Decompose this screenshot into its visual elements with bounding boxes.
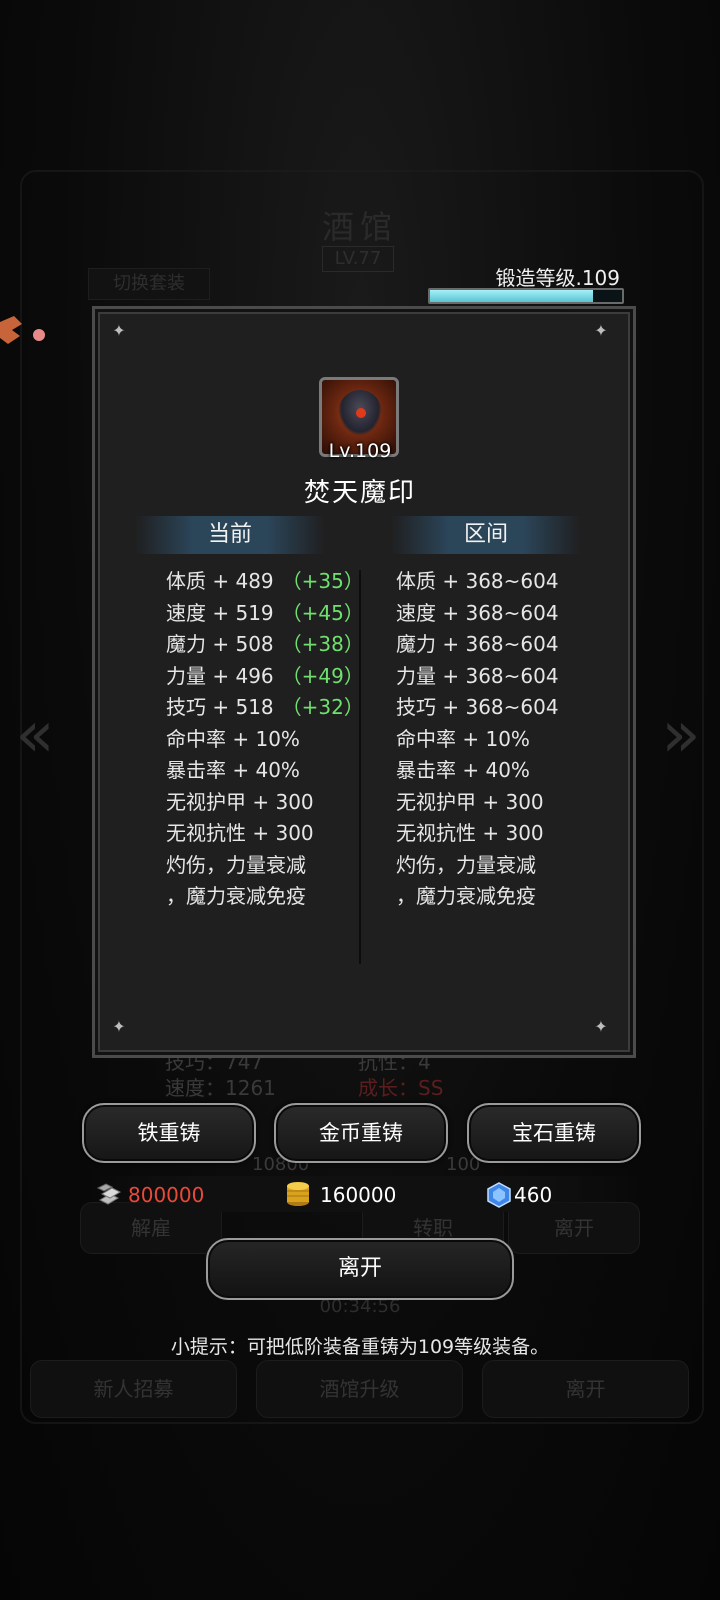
background-title: 酒馆 — [321, 208, 398, 246]
range-stat-row: 力量 + 368~604 — [396, 663, 559, 688]
next-arrow-icon: » — [661, 698, 701, 772]
tavern-upgrade-button: 酒馆升级 — [256, 1360, 463, 1418]
current-stat-bonus: （+45） — [281, 600, 364, 625]
range-stat-row: 暴击率 + 40% — [396, 758, 530, 782]
current-stat-text: 暴击率 + 40% — [166, 758, 300, 782]
iron-amount: 800000 — [128, 1183, 205, 1207]
range-column-header: 区间 — [391, 516, 581, 554]
tip-text: 小提示：可把低阶装备重铸为109等级装备。 — [170, 1336, 550, 1358]
forge-progress-bar — [428, 288, 624, 304]
current-stat-bonus: （+35） — [281, 569, 364, 593]
current-stat-row: 无视护甲 + 300 — [166, 787, 364, 819]
current-stat-text: 速度 + 519 — [166, 600, 274, 625]
gold-amount: 160000 — [320, 1183, 397, 1207]
current-stat-text: 力量 + 496 — [166, 663, 274, 688]
forge-progress-fill — [430, 290, 594, 302]
current-stat-row: ，魔力衰减免疫 — [166, 881, 364, 913]
current-stat-text: 无视护甲 + 300 — [166, 789, 314, 814]
corner-sparkle-icon: ✦ — [594, 321, 608, 340]
gem-reforge-button[interactable]: 宝石重铸 — [467, 1103, 641, 1163]
item-level: Lv.109 — [328, 440, 392, 462]
range-stat-row: 体质 + 368~604 — [396, 569, 559, 593]
current-stat-row: 无视抗性 + 300 — [166, 818, 364, 850]
forge-level-label: 锻造等级.109 — [495, 266, 620, 290]
current-stat-bonus: （+32） — [281, 695, 364, 719]
blue-gem-icon — [487, 1182, 511, 1208]
range-stat-row: 无视抗性 + 300 — [396, 821, 544, 845]
column-divider — [359, 570, 361, 964]
gold-coins-icon — [287, 1182, 309, 1206]
background-stat: 速度：1261 — [165, 1076, 276, 1100]
corner-sparkle-icon: ✦ — [112, 321, 126, 340]
range-stat-row: 魔力 + 368~604 — [396, 632, 559, 656]
current-stat-text: 无视抗性 + 300 — [166, 821, 314, 845]
current-stat-row: 灼伤，力量衰减 — [166, 850, 364, 882]
new-recruit-button: 新人招募 — [30, 1360, 237, 1418]
current-column-header: 当前 — [135, 516, 325, 554]
background-bottom-leave-button: 离开 — [482, 1360, 689, 1418]
switch-set-button: 切换套装 — [88, 268, 210, 300]
range-stat-row: 速度 + 368~604 — [396, 600, 559, 625]
current-stat-text: 魔力 + 508 — [166, 632, 274, 656]
current-stat-row: 技巧 + 518 （+32） — [166, 692, 364, 724]
background-stat: 成长：SS — [358, 1076, 444, 1100]
current-stat-row: 体质 + 489 （+35） — [166, 566, 364, 598]
red-gem-shape — [356, 408, 366, 418]
current-stats-list: 体质 + 489 （+35） 速度 + 519 （+45） 魔力 + 508 （+38） 力… — [166, 566, 364, 913]
corner-sparkle-icon: ✦ — [112, 1017, 126, 1036]
leave-button[interactable]: 离开 — [206, 1238, 514, 1300]
iron-ingot-icon — [96, 1183, 122, 1205]
range-stat-row: ，魔力衰减免疫 — [396, 884, 536, 908]
current-stat-row: 速度 + 519 （+45） — [166, 598, 364, 630]
current-stat-row: 力量 + 496 （+49） — [166, 661, 364, 693]
current-stat-row: 暴击率 + 40% — [166, 755, 364, 787]
current-stat-row: 魔力 + 508 （+38） — [166, 629, 364, 661]
current-stat-text: 灼伤，力量衰减 — [166, 852, 306, 877]
current-stat-bonus: （+49） — [281, 663, 364, 688]
corner-sparkle-icon: ✦ — [594, 1017, 608, 1036]
prev-arrow-icon: « — [15, 698, 55, 772]
current-stat-text: 技巧 + 518 — [166, 695, 274, 719]
range-stat-row: 灼伤，力量衰减 — [396, 852, 536, 877]
current-stat-text: 命中率 + 10% — [166, 726, 300, 751]
background-level: LV.77 — [322, 246, 394, 272]
gem-amount: 460 — [514, 1183, 553, 1207]
current-stat-text: 体质 + 489 — [166, 569, 274, 593]
range-stat-row: 无视护甲 + 300 — [396, 789, 544, 814]
current-stat-bonus: （+38） — [281, 632, 364, 656]
current-stat-text: ，魔力衰减免疫 — [166, 884, 306, 908]
range-stats-list: 体质 + 368~604 速度 + 368~604 魔力 + 368~604 力量 +… — [396, 566, 559, 913]
range-stat-row: 命中率 + 10% — [396, 726, 530, 751]
current-stat-row: 命中率 + 10% — [166, 724, 364, 756]
iron-reforge-button[interactable]: 铁重铸 — [82, 1103, 256, 1163]
gold-reforge-button[interactable]: 金币重铸 — [274, 1103, 448, 1163]
overlay-logo-icon — [0, 316, 45, 344]
range-stat-row: 技巧 + 368~604 — [396, 695, 559, 719]
item-name: 焚天魔印 — [303, 478, 416, 508]
